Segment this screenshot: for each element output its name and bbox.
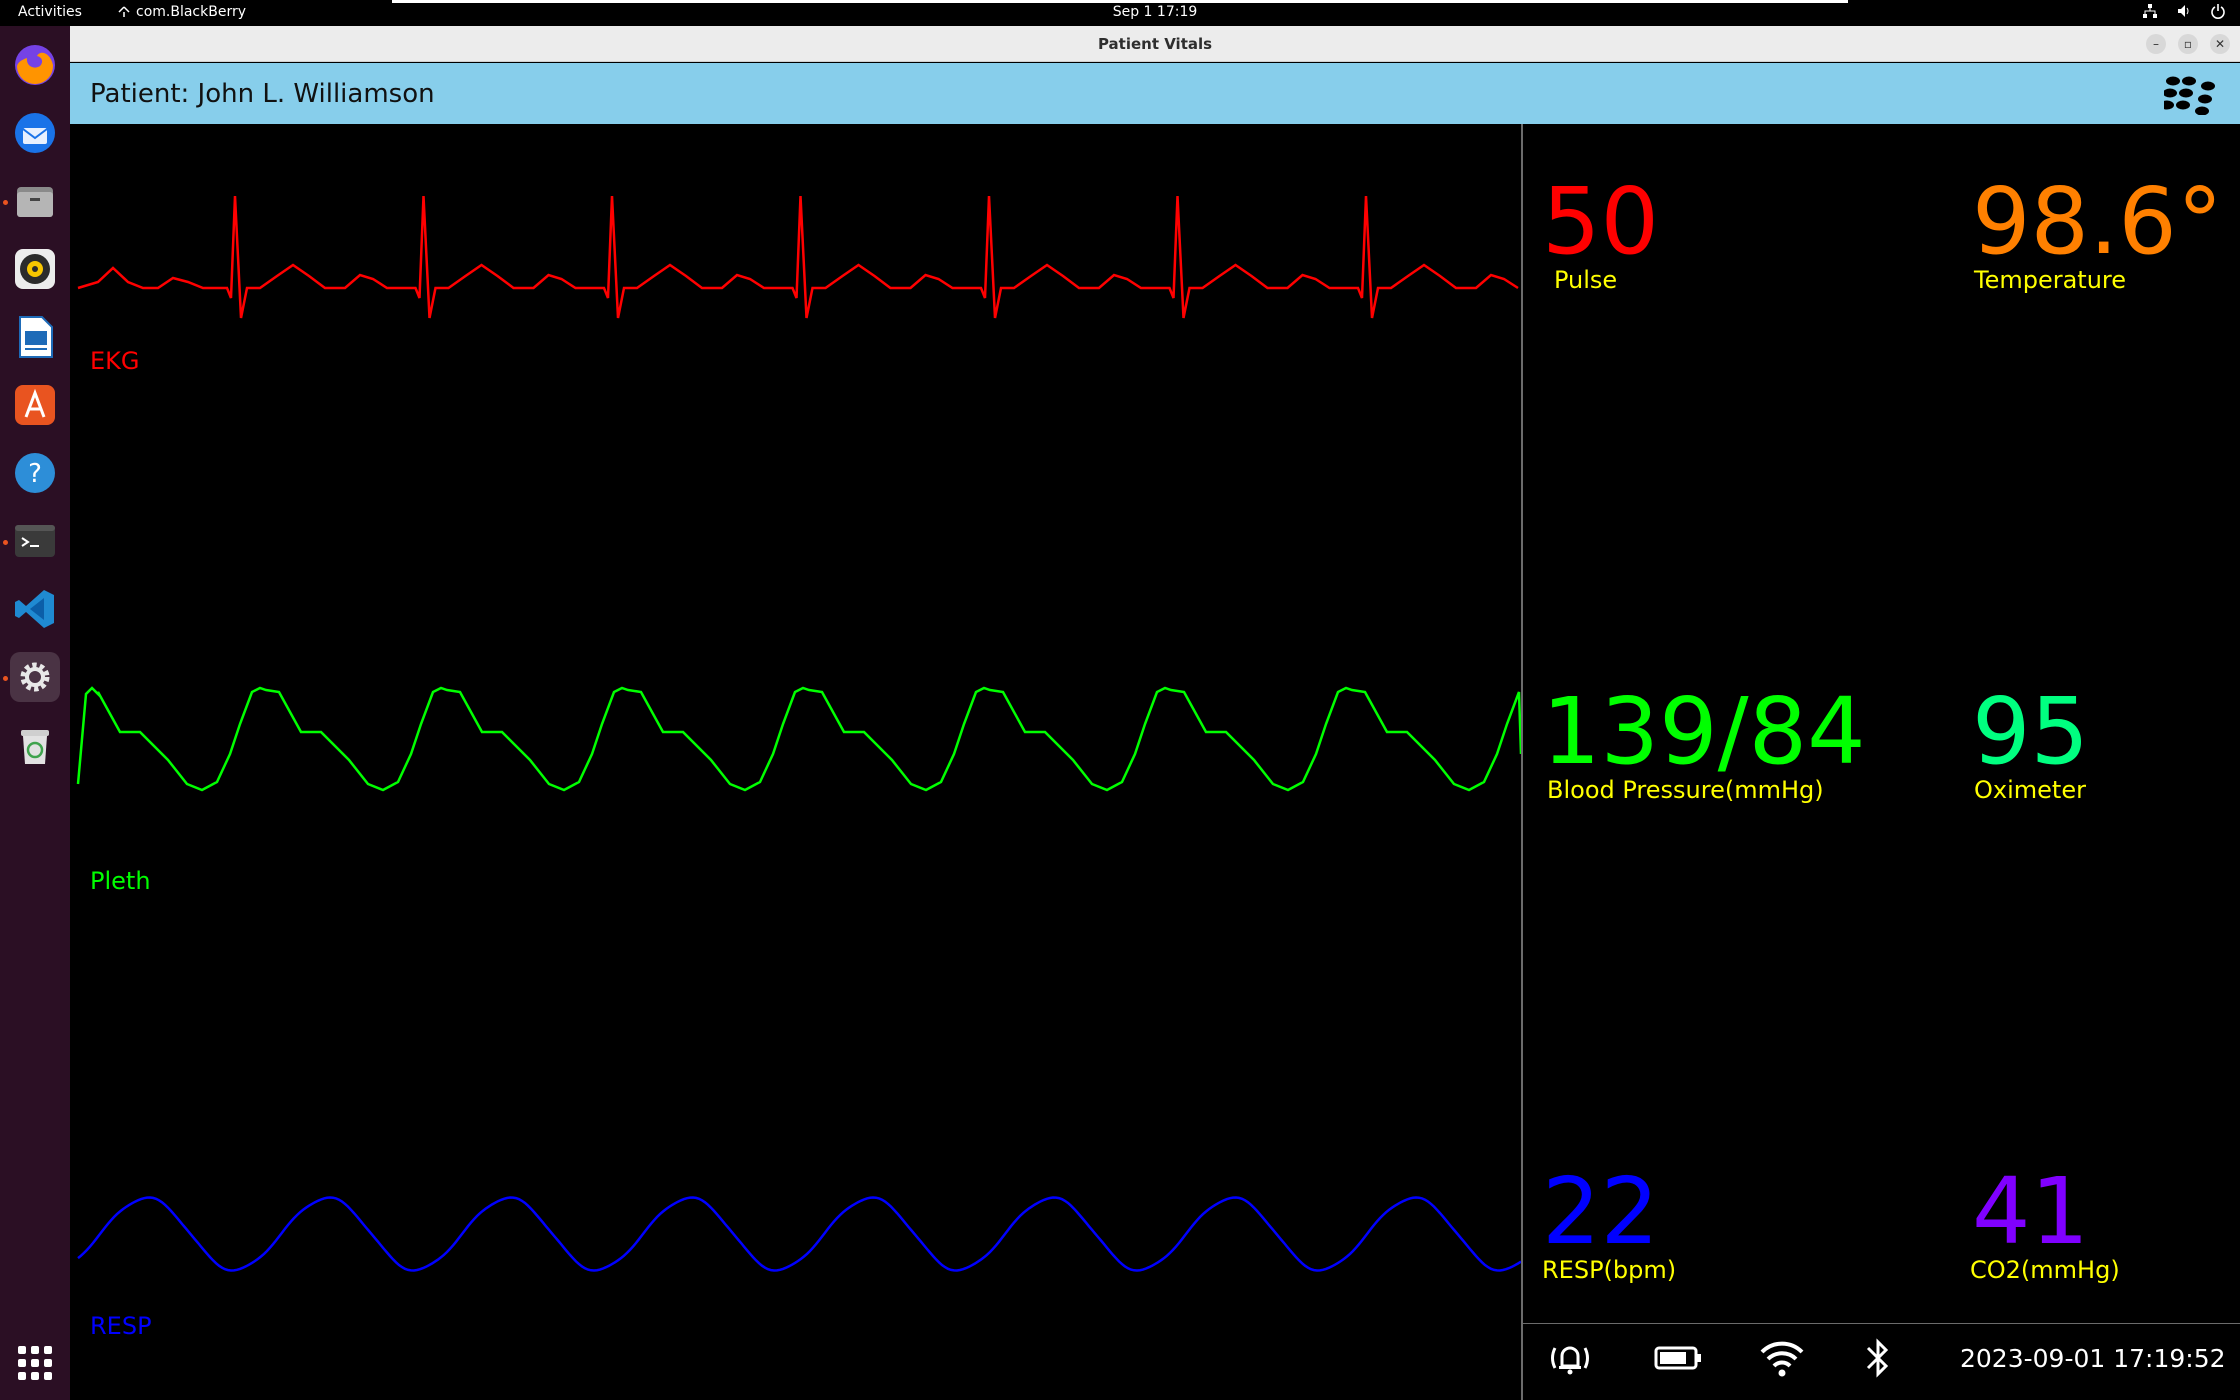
resp-waveform — [77, 1196, 1521, 1272]
thunderbird-icon[interactable] — [10, 108, 60, 158]
clock[interactable]: Sep 1 17:19 — [0, 4, 2240, 20]
vertical-divider — [1521, 124, 1523, 1400]
power-icon[interactable] — [2210, 3, 2226, 19]
trash-icon[interactable] — [10, 720, 60, 770]
settings-icon[interactable] — [10, 652, 60, 702]
pleth-label: Pleth — [90, 867, 151, 895]
ekg-label: EKG — [90, 347, 140, 375]
patient-header: Patient: John L. Williamson — [70, 63, 2240, 124]
maximize-icon: ▫ — [2183, 37, 2193, 51]
patient-vitals-window: Patient Vitals – ▫ ✕ Patient: John L. Wi… — [70, 26, 2240, 1400]
svg-text:?: ? — [28, 459, 42, 489]
waveform-panel: EKG Pleth RESP — [70, 124, 1521, 1400]
pulse-value: 50 — [1542, 168, 1660, 275]
minimize-button[interactable]: – — [2146, 34, 2166, 54]
show-apps-icon[interactable] — [18, 1346, 52, 1380]
patient-name: Patient: John L. Williamson — [90, 79, 435, 109]
system-top-bar: Activities com.BlackBerry Sep 1 17:19 — [0, 0, 2240, 26]
temperature-value: 98.6° — [1972, 168, 2223, 275]
volume-icon[interactable] — [2176, 3, 2192, 19]
writer-icon[interactable] — [10, 312, 60, 362]
network-icon[interactable] — [2142, 3, 2158, 19]
co2-value: 41 — [1972, 1158, 2090, 1265]
files-icon[interactable] — [10, 176, 60, 226]
top-strip — [392, 0, 1848, 3]
wifi-icon[interactable] — [1758, 1336, 1806, 1380]
resp-value: 22 — [1542, 1158, 1660, 1265]
co2-label: CO2(mmHg) — [1970, 1256, 2120, 1284]
alarm-icon[interactable] — [1546, 1336, 1594, 1380]
pulse-label: Pulse — [1554, 266, 1618, 294]
oximeter-label: Oximeter — [1974, 776, 2086, 804]
resp-rate-label: RESP(bpm) — [1542, 1256, 1677, 1284]
pleth-waveform — [76, 686, 1521, 792]
blood-pressure-value: 139/84 — [1542, 678, 1866, 785]
window-titlebar[interactable]: Patient Vitals – ▫ ✕ — [70, 26, 2240, 62]
close-icon: ✕ — [2214, 37, 2226, 51]
rhythmbox-icon[interactable] — [10, 244, 60, 294]
system-tray[interactable] — [2142, 3, 2226, 19]
bluetooth-icon[interactable] — [1860, 1336, 1896, 1380]
status-datetime: 2023-09-01 17:19:52 — [1960, 1344, 2226, 1373]
dock: ? — [0, 26, 70, 1400]
blackberry-logo-icon — [2164, 76, 2215, 115]
ekg-waveform — [77, 195, 1519, 319]
close-button[interactable]: ✕ — [2210, 34, 2230, 54]
blood-pressure-label: Blood Pressure(mmHg) — [1547, 776, 1824, 804]
firefox-icon[interactable] — [10, 40, 60, 90]
horizontal-divider — [1523, 1323, 2240, 1324]
terminal-icon[interactable] — [10, 516, 60, 566]
help-icon[interactable]: ? — [10, 448, 60, 498]
resp-label: RESP — [90, 1312, 152, 1340]
minimize-icon: – — [2153, 37, 2159, 51]
oximeter-value: 95 — [1972, 678, 2090, 785]
app-center-icon[interactable] — [10, 380, 60, 430]
battery-icon[interactable] — [1652, 1336, 1704, 1380]
vscode-icon[interactable] — [10, 584, 60, 634]
maximize-button[interactable]: ▫ — [2178, 34, 2198, 54]
temperature-label: Temperature — [1974, 266, 2127, 294]
window-title: Patient Vitals — [1097, 35, 1213, 53]
